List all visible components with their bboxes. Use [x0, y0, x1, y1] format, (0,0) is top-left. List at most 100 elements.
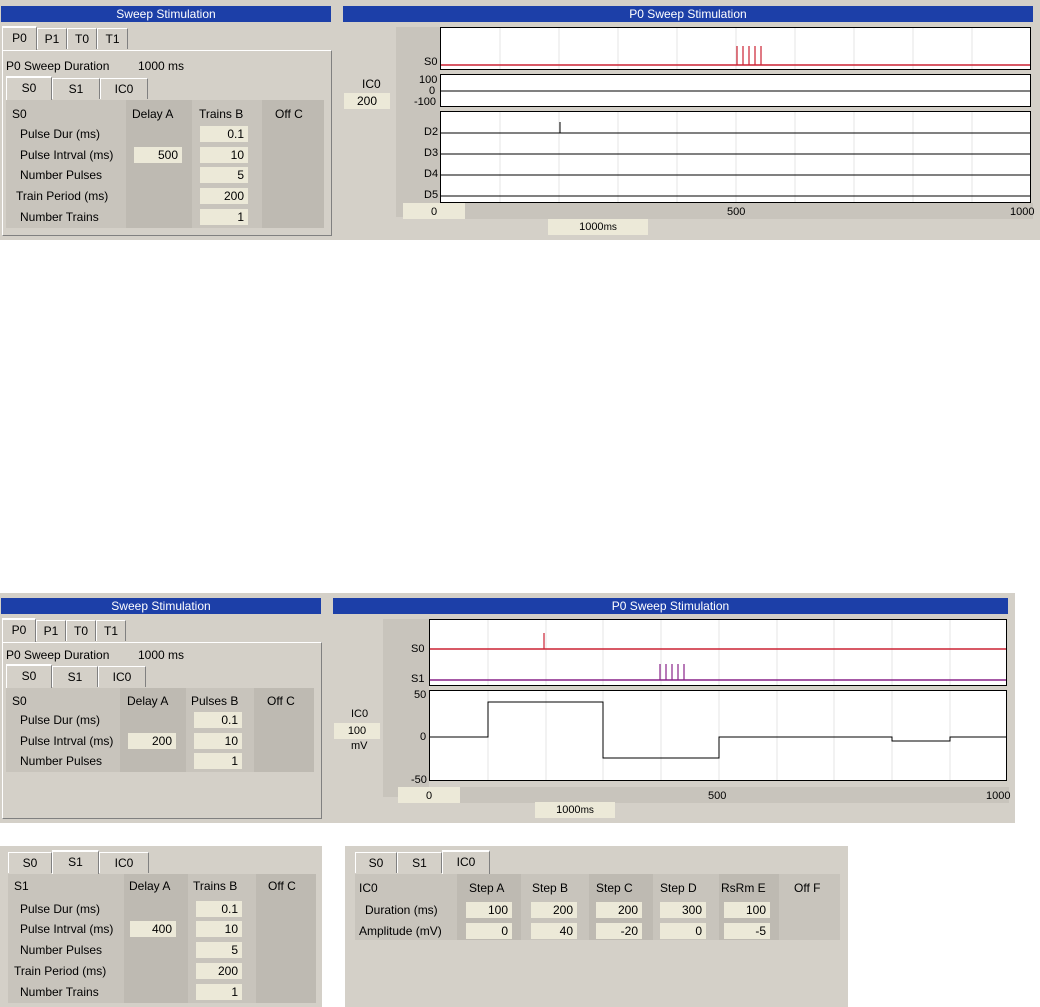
- tab-s0[interactable]: S0: [6, 664, 52, 688]
- col-b-field[interactable]: 200: [200, 188, 248, 204]
- y-tick-50: 50: [414, 689, 427, 701]
- row-label: Number Trains: [20, 210, 99, 224]
- tab-s1[interactable]: S1: [52, 850, 99, 874]
- col-a-field[interactable]: 200: [128, 733, 176, 749]
- col-b-field[interactable]: 5: [196, 942, 242, 958]
- col-b-field[interactable]: 1: [200, 209, 248, 225]
- s1-tab-panel: S0 S1 IC0 S1 Delay A Trains B Off C Puls…: [0, 846, 322, 1007]
- tab-ic0[interactable]: IC0: [442, 850, 490, 874]
- x-duration-value: 1000: [556, 804, 581, 816]
- duration-value: 1000 ms: [138, 648, 185, 662]
- col-b-header: Pulses B: [191, 694, 239, 708]
- tab-s1[interactable]: S1: [52, 78, 100, 99]
- ic0-trace-plot: [429, 690, 1007, 781]
- right-title-bar: P0 Sweep Stimulation: [343, 6, 1033, 22]
- col-b-field[interactable]: 5: [200, 167, 248, 183]
- tab-t0[interactable]: T0: [67, 28, 97, 49]
- step-d-field[interactable]: 0: [660, 923, 706, 939]
- tab-ic0[interactable]: IC0: [99, 852, 149, 873]
- s0-trace-svg: [441, 28, 1030, 69]
- col-b-field[interactable]: 10: [194, 733, 242, 749]
- row-label: Number Pulses: [20, 168, 103, 182]
- right-title-bar: P0 Sweep Stimulation: [333, 598, 1008, 614]
- ic0-tab-panel: S0 S1 IC0 IC0 Step A Step B Step C Step …: [345, 846, 848, 1007]
- x-tick-0: 0: [426, 790, 433, 802]
- col-a-header: Delay A: [129, 879, 171, 893]
- col-b-field[interactable]: 10: [200, 147, 248, 163]
- ic0-range-field[interactable]: 100: [334, 723, 380, 739]
- rsrm-e-field[interactable]: -5: [724, 923, 770, 939]
- step-b-field[interactable]: 200: [531, 902, 577, 918]
- col-a-field[interactable]: 400: [130, 921, 176, 937]
- table-name-header: S1: [14, 879, 29, 893]
- col-b-field[interactable]: 1: [196, 984, 242, 1000]
- col-b-field[interactable]: 0.1: [194, 712, 242, 728]
- ch-s0-label: S0: [411, 643, 425, 655]
- x-duration-field[interactable]: 1000ms: [535, 802, 615, 818]
- tab-p1[interactable]: P1: [36, 620, 66, 641]
- tab-t1[interactable]: T1: [97, 28, 128, 49]
- tab-s0[interactable]: S0: [6, 76, 52, 100]
- x-duration-unit: ms: [603, 222, 617, 233]
- row-label: Pulse Intrval (ms): [20, 734, 114, 748]
- duration-label: P0 Sweep Duration: [6, 59, 110, 73]
- step-a-field[interactable]: 0: [466, 923, 512, 939]
- ch-s0-label: S0: [424, 56, 438, 68]
- s-tab-strip: S0 S1 IC0: [355, 850, 655, 874]
- tab-s0[interactable]: S0: [355, 852, 397, 873]
- tab-s1[interactable]: S1: [397, 852, 442, 873]
- stim-window-2: Sweep Stimulation P0 P1 T0 T1 P0 Sweep D…: [0, 593, 1015, 823]
- ic0-unit: mV: [351, 740, 368, 752]
- s-trace-svg: [430, 620, 1006, 685]
- tab-s1[interactable]: S1: [52, 666, 98, 687]
- col-step-b-header: Step B: [532, 881, 569, 895]
- left-title-bar: Sweep Stimulation: [1, 6, 331, 22]
- row-label: Pulse Dur (ms): [20, 127, 101, 141]
- step-c-field[interactable]: 200: [596, 902, 642, 918]
- ic0-tick-bottom: -100: [414, 96, 437, 108]
- col-b-field[interactable]: 0.1: [196, 901, 242, 917]
- x-tick-1000: 1000: [986, 790, 1011, 802]
- digital-trace-plot: [440, 111, 1031, 203]
- ic0-trace-plot: [440, 74, 1031, 107]
- tab-t0[interactable]: T0: [66, 620, 96, 641]
- y-tick-0: 0: [420, 731, 427, 743]
- row-label: Train Period (ms): [14, 964, 107, 978]
- s-tab-strip: S0 S1 IC0: [6, 76, 326, 100]
- step-a-field[interactable]: 100: [466, 902, 512, 918]
- tab-ic0[interactable]: IC0: [100, 78, 148, 99]
- col-b-field[interactable]: 0.1: [200, 126, 248, 142]
- ic0-trace-svg: [430, 691, 1006, 780]
- s-trace-plot: [429, 619, 1007, 686]
- table-name-header: S0: [12, 694, 27, 708]
- tab-p0[interactable]: P0: [2, 618, 36, 642]
- tab-s0[interactable]: S0: [8, 852, 52, 873]
- tab-ic0[interactable]: IC0: [98, 666, 146, 687]
- col-step-c-header: Step C: [596, 881, 633, 895]
- col-b-header: Trains B: [193, 879, 238, 893]
- tab-t1[interactable]: T1: [96, 620, 126, 641]
- ic0-range-field[interactable]: 200: [344, 93, 390, 109]
- row-label: Number Pulses: [20, 943, 103, 957]
- row-label: Pulse Intrval (ms): [20, 148, 114, 162]
- s-tab-strip: S0 S1 IC0: [8, 850, 308, 874]
- ic0-label: IC0: [351, 708, 369, 720]
- step-b-field[interactable]: 40: [531, 923, 577, 939]
- step-d-field[interactable]: 300: [660, 902, 706, 918]
- tab-p0[interactable]: P0: [2, 26, 37, 50]
- col-c-header: Off C: [267, 694, 295, 708]
- col-b-field[interactable]: 1: [194, 753, 242, 769]
- x-duration-field[interactable]: 1000ms: [548, 219, 648, 235]
- row-label: Train Period (ms): [16, 189, 109, 203]
- col-b-field[interactable]: 10: [196, 921, 242, 937]
- y-tick-minus-50: -50: [411, 774, 427, 786]
- row-label: Pulse Intrval (ms): [20, 922, 114, 936]
- tab-p1[interactable]: P1: [37, 28, 67, 49]
- rsrm-e-field[interactable]: 100: [724, 902, 770, 918]
- col-b-field[interactable]: 200: [196, 963, 242, 979]
- step-c-field[interactable]: -20: [596, 923, 642, 939]
- col-a-field[interactable]: 500: [134, 147, 182, 163]
- d3-label: D3: [424, 147, 439, 159]
- x-tick-0: 0: [431, 206, 438, 218]
- s0-trace-plot: [440, 27, 1031, 70]
